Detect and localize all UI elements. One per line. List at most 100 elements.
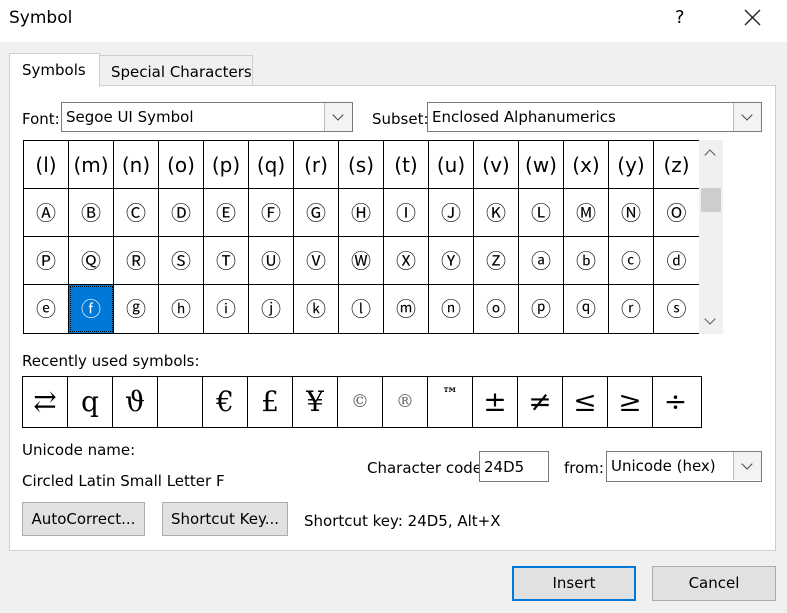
symbol-cell[interactable]: Ⓤ bbox=[249, 237, 294, 285]
symbol-cell[interactable]: Ⓞ bbox=[654, 189, 699, 237]
insert-button[interactable]: Insert bbox=[512, 566, 636, 601]
unicode-name-value: Circled Latin Small Letter F bbox=[22, 472, 225, 490]
symbol-cell[interactable]: Ⓙ bbox=[429, 189, 474, 237]
symbol-cell[interactable]: (t) bbox=[384, 141, 429, 189]
symbol-cell[interactable]: ⓞ bbox=[474, 285, 519, 333]
help-button[interactable]: ? bbox=[675, 7, 685, 28]
recent-symbol-cell[interactable]: ¥ bbox=[293, 377, 338, 427]
symbol-cell[interactable]: ⓠ bbox=[564, 285, 609, 333]
symbol-cell[interactable]: (v) bbox=[474, 141, 519, 189]
symbol-cell[interactable]: Ⓑ bbox=[69, 189, 114, 237]
symbol-cell[interactable]: ⓙ bbox=[249, 285, 294, 333]
tab-symbols[interactable]: Symbols bbox=[9, 53, 100, 87]
unicode-name-label: Unicode name: bbox=[22, 441, 136, 459]
symbol-cell[interactable]: ⓛ bbox=[339, 285, 384, 333]
symbol-cell[interactable]: Ⓡ bbox=[114, 237, 159, 285]
symbol-cell[interactable]: Ⓔ bbox=[204, 189, 249, 237]
symbol-cell[interactable]: ⓗ bbox=[159, 285, 204, 333]
chevron-up-icon[interactable] bbox=[704, 149, 716, 161]
scrollbar-thumb[interactable] bbox=[701, 188, 721, 212]
symbol-cell[interactable]: ⓚ bbox=[294, 285, 339, 333]
symbol-cell[interactable]: (z) bbox=[654, 141, 699, 189]
from-dropdown-button[interactable] bbox=[733, 452, 761, 480]
subset-dropdown-button[interactable] bbox=[733, 103, 761, 131]
tab-symbols-label: Symbols bbox=[22, 61, 86, 79]
font-dropdown-button[interactable] bbox=[324, 103, 352, 131]
symbol-cell[interactable]: ⓕ bbox=[69, 285, 114, 333]
symbol-cell[interactable]: Ⓗ bbox=[339, 189, 384, 237]
symbol-cell[interactable]: (r) bbox=[294, 141, 339, 189]
symbol-cell[interactable]: (x) bbox=[564, 141, 609, 189]
close-icon[interactable] bbox=[740, 6, 764, 30]
symbol-cell[interactable]: Ⓒ bbox=[114, 189, 159, 237]
symbol-cell[interactable]: ⓘ bbox=[204, 285, 249, 333]
symbol-cell[interactable]: Ⓝ bbox=[609, 189, 654, 237]
symbol-cell[interactable]: ⓢ bbox=[654, 285, 699, 333]
character-code-input[interactable]: 24D5 bbox=[479, 451, 549, 482]
symbol-cell[interactable]: Ⓨ bbox=[429, 237, 474, 285]
symbol-cell[interactable]: Ⓛ bbox=[519, 189, 564, 237]
recent-symbol-cell[interactable]: € bbox=[203, 377, 248, 427]
symbol-cell[interactable]: (q) bbox=[249, 141, 294, 189]
symbol-cell[interactable]: (s) bbox=[339, 141, 384, 189]
symbol-cell[interactable]: (u) bbox=[429, 141, 474, 189]
recent-symbol-cell[interactable]: ϑ bbox=[113, 377, 158, 427]
symbol-cell[interactable]: Ⓘ bbox=[384, 189, 429, 237]
symbol-cell[interactable]: Ⓢ bbox=[159, 237, 204, 285]
symbol-cell[interactable]: Ⓧ bbox=[384, 237, 429, 285]
symbol-cell[interactable]: (n) bbox=[114, 141, 159, 189]
symbol-cell[interactable]: ⓟ bbox=[519, 285, 564, 333]
symbol-cell[interactable]: Ⓟ bbox=[24, 237, 69, 285]
symbol-cell[interactable]: ⓡ bbox=[609, 285, 654, 333]
font-dropdown[interactable]: Segoe UI Symbol bbox=[61, 102, 353, 132]
subset-dropdown[interactable]: Enclosed Alphanumerics bbox=[427, 102, 762, 132]
recent-symbol-cell[interactable]: ÷ bbox=[653, 377, 698, 427]
symbol-cell[interactable]: Ⓚ bbox=[474, 189, 519, 237]
symbol-cell[interactable]: (m) bbox=[69, 141, 114, 189]
chevron-down-icon[interactable] bbox=[704, 313, 716, 325]
symbol-cell[interactable]: ⓐ bbox=[519, 237, 564, 285]
recent-symbol-cell[interactable]: ≥ bbox=[608, 377, 653, 427]
recent-symbol-cell[interactable]: ® bbox=[383, 377, 428, 427]
symbol-cell[interactable]: Ⓩ bbox=[474, 237, 519, 285]
symbol-cell[interactable]: Ⓦ bbox=[339, 237, 384, 285]
symbol-cell[interactable]: ⓜ bbox=[384, 285, 429, 333]
recent-symbol-cell[interactable]: ± bbox=[473, 377, 518, 427]
recent-symbol-cell[interactable]: £ bbox=[248, 377, 293, 427]
symbol-cell[interactable]: ⓑ bbox=[564, 237, 609, 285]
window-title: Symbol bbox=[9, 8, 73, 28]
cancel-button[interactable]: Cancel bbox=[652, 566, 776, 601]
recent-symbol-cell[interactable]: q bbox=[68, 377, 113, 427]
symbol-cell[interactable]: Ⓐ bbox=[24, 189, 69, 237]
recent-symbol-cell[interactable]: © bbox=[338, 377, 383, 427]
symbol-cell[interactable]: ⓔ bbox=[24, 285, 69, 333]
symbol-cell[interactable]: (w) bbox=[519, 141, 564, 189]
symbol-cell[interactable]: Ⓓ bbox=[159, 189, 204, 237]
symbol-cell[interactable]: (y) bbox=[609, 141, 654, 189]
symbol-cell[interactable]: Ⓣ bbox=[204, 237, 249, 285]
symbol-cell[interactable]: Ⓠ bbox=[69, 237, 114, 285]
from-label: from: bbox=[564, 459, 604, 477]
symbol-cell[interactable]: Ⓜ bbox=[564, 189, 609, 237]
recent-symbol-cell[interactable] bbox=[158, 377, 203, 427]
symbol-cell[interactable]: Ⓖ bbox=[294, 189, 339, 237]
symbol-cell[interactable]: ⓓ bbox=[654, 237, 699, 285]
symbol-cell[interactable]: ⓒ bbox=[609, 237, 654, 285]
shortcut-key-button[interactable]: Shortcut Key... bbox=[162, 502, 288, 536]
symbol-cell[interactable]: ⓝ bbox=[429, 285, 474, 333]
recent-symbol-cell[interactable]: ™ bbox=[428, 377, 473, 427]
tab-special-characters-label: Special Characters bbox=[111, 63, 252, 81]
symbol-cell[interactable]: (o) bbox=[159, 141, 204, 189]
symbol-grid-scrollbar[interactable] bbox=[699, 140, 723, 334]
autocorrect-button[interactable]: AutoCorrect... bbox=[22, 502, 145, 536]
symbol-cell[interactable]: (l) bbox=[24, 141, 69, 189]
recent-symbol-cell[interactable]: ⇄ bbox=[23, 377, 68, 427]
symbol-cell[interactable]: ⓖ bbox=[114, 285, 159, 333]
symbol-cell[interactable]: (p) bbox=[204, 141, 249, 189]
recent-symbol-cell[interactable]: ≠ bbox=[518, 377, 563, 427]
from-dropdown[interactable]: Unicode (hex) bbox=[606, 451, 762, 482]
recent-symbol-cell[interactable]: ≤ bbox=[563, 377, 608, 427]
tab-special-characters[interactable]: Special Characters bbox=[98, 55, 253, 86]
symbol-cell[interactable]: Ⓥ bbox=[294, 237, 339, 285]
symbol-cell[interactable]: Ⓕ bbox=[249, 189, 294, 237]
